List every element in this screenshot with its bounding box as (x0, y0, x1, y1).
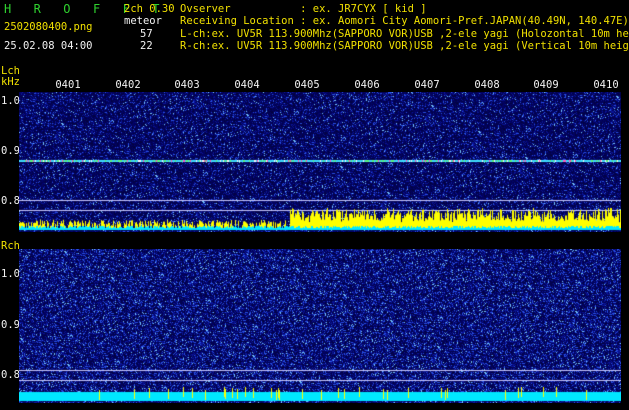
location-info: Receiving Location : ex. Aomori City Aom… (180, 15, 629, 27)
time-tick: 0408 (474, 79, 500, 91)
lch-y-label-3: 0.8 (1, 195, 20, 207)
meteor-count-lch: 57 (140, 28, 153, 40)
rch-y-label-3: 0.8 (1, 369, 20, 381)
rch-spectrogram (19, 249, 621, 403)
lch-spectrogram (19, 92, 621, 232)
lch-y-label-1: 1.0 (1, 95, 20, 107)
file-name: 2502080400.png (4, 21, 93, 33)
time-tick: 0410 (593, 79, 619, 91)
time-tick: 0409 (533, 79, 559, 91)
app-version: 2ch 0.30 (124, 3, 175, 15)
meteor-label: meteor (124, 15, 162, 27)
time-tick: 0403 (174, 79, 200, 91)
lch-unit: kHz (1, 76, 20, 88)
time-tick: 0407 (414, 79, 440, 91)
rch-y-label-1: 1.0 (1, 268, 20, 280)
time-tick: 0405 (294, 79, 320, 91)
time-tick: 0401 (55, 79, 81, 91)
observer-info: Ovserver : ex. JR7CYX [ kid ] (180, 3, 427, 15)
lch-label: Lch (1, 65, 20, 77)
rch-info: R-ch:ex. UV5R 113.900Mhz(SAPPORO VOR)USB… (180, 40, 629, 52)
lch-y-label-2: 0.9 (1, 145, 20, 157)
time-tick: 0406 (354, 79, 380, 91)
rch-label: Rch (1, 240, 20, 252)
lch-info: L-ch:ex. UV5R 113.900Mhz(SAPPORO VOR)USB… (180, 28, 629, 40)
datetime: 25.02.08 04:00 (4, 40, 93, 52)
time-tick: 0404 (234, 79, 260, 91)
rch-y-label-2: 0.9 (1, 319, 20, 331)
time-tick: 0402 (115, 79, 141, 91)
meteor-count-rch: 22 (140, 40, 153, 52)
